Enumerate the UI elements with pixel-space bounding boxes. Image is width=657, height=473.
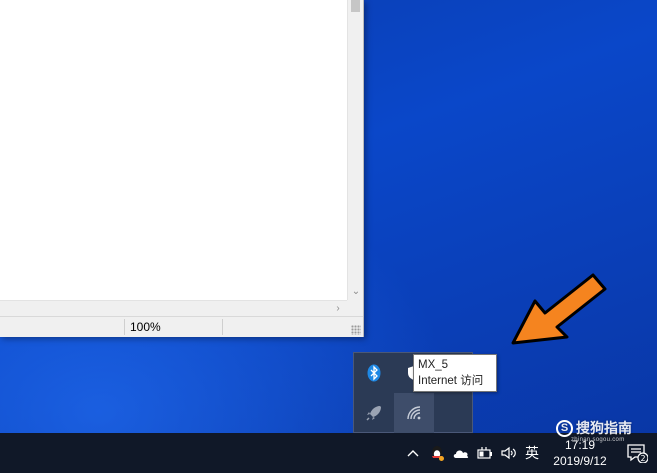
volume-tray-button[interactable] [498,433,520,473]
network-tooltip: MX_5 Internet 访问 [413,354,497,392]
desktop-background: ⌄ › 100% MX_5 Internet 访问 [0,0,657,433]
rocket-tray-button[interactable] [354,393,394,433]
scrollbar-corner [347,300,363,316]
rocket-icon [366,406,381,421]
horizontal-scrollbar[interactable]: › [0,300,347,316]
input-method-button[interactable]: 英 [522,433,542,473]
status-bar: 100% [0,316,363,337]
scroll-right-arrow-icon[interactable]: › [331,301,345,316]
notification-icon: 2 [627,444,648,463]
resize-grip-icon[interactable] [351,325,361,335]
qq-tray-button[interactable] [427,433,447,473]
chevron-up-icon [407,450,419,457]
watermark-url: zhinan.sogou.com [571,437,625,443]
status-separator [124,319,125,335]
scrollbar-thumb[interactable] [351,0,360,12]
watermark-brand: 搜狗指南 [576,420,632,436]
zoom-level: 100% [130,320,161,334]
onedrive-tray-button[interactable] [451,433,471,473]
notepad-window[interactable]: ⌄ › 100% [0,0,364,337]
sogou-watermark: S 搜狗指南 [556,418,632,438]
speaker-icon [501,446,516,460]
network-status: Internet 访问 [418,375,484,387]
cloud-icon [453,450,469,458]
battery-icon [477,447,492,459]
wifi-icon [407,406,421,420]
bluetooth-tray-button[interactable] [354,353,394,393]
qq-penguin-icon [432,446,444,461]
vertical-scrollbar[interactable]: ⌄ [347,0,363,300]
taskbar: 英 17:19 2019/9/12 2 [0,433,657,473]
wifi-tray-button[interactable] [394,393,434,433]
orange-arrow-icon [511,273,607,345]
action-center-button[interactable]: 2 [622,433,652,473]
network-name: MX_5 [418,359,449,371]
scroll-down-arrow-icon[interactable]: ⌄ [348,286,364,298]
status-separator [222,319,223,335]
text-editor-area[interactable] [0,0,347,300]
notification-count: 2 [640,454,645,463]
clock-date: 2019/9/12 [553,454,607,468]
power-network-tray-button[interactable] [475,433,497,473]
show-hidden-icons-button[interactable] [403,433,423,473]
bluetooth-icon [367,364,381,382]
sogou-logo-icon: S [556,419,573,437]
